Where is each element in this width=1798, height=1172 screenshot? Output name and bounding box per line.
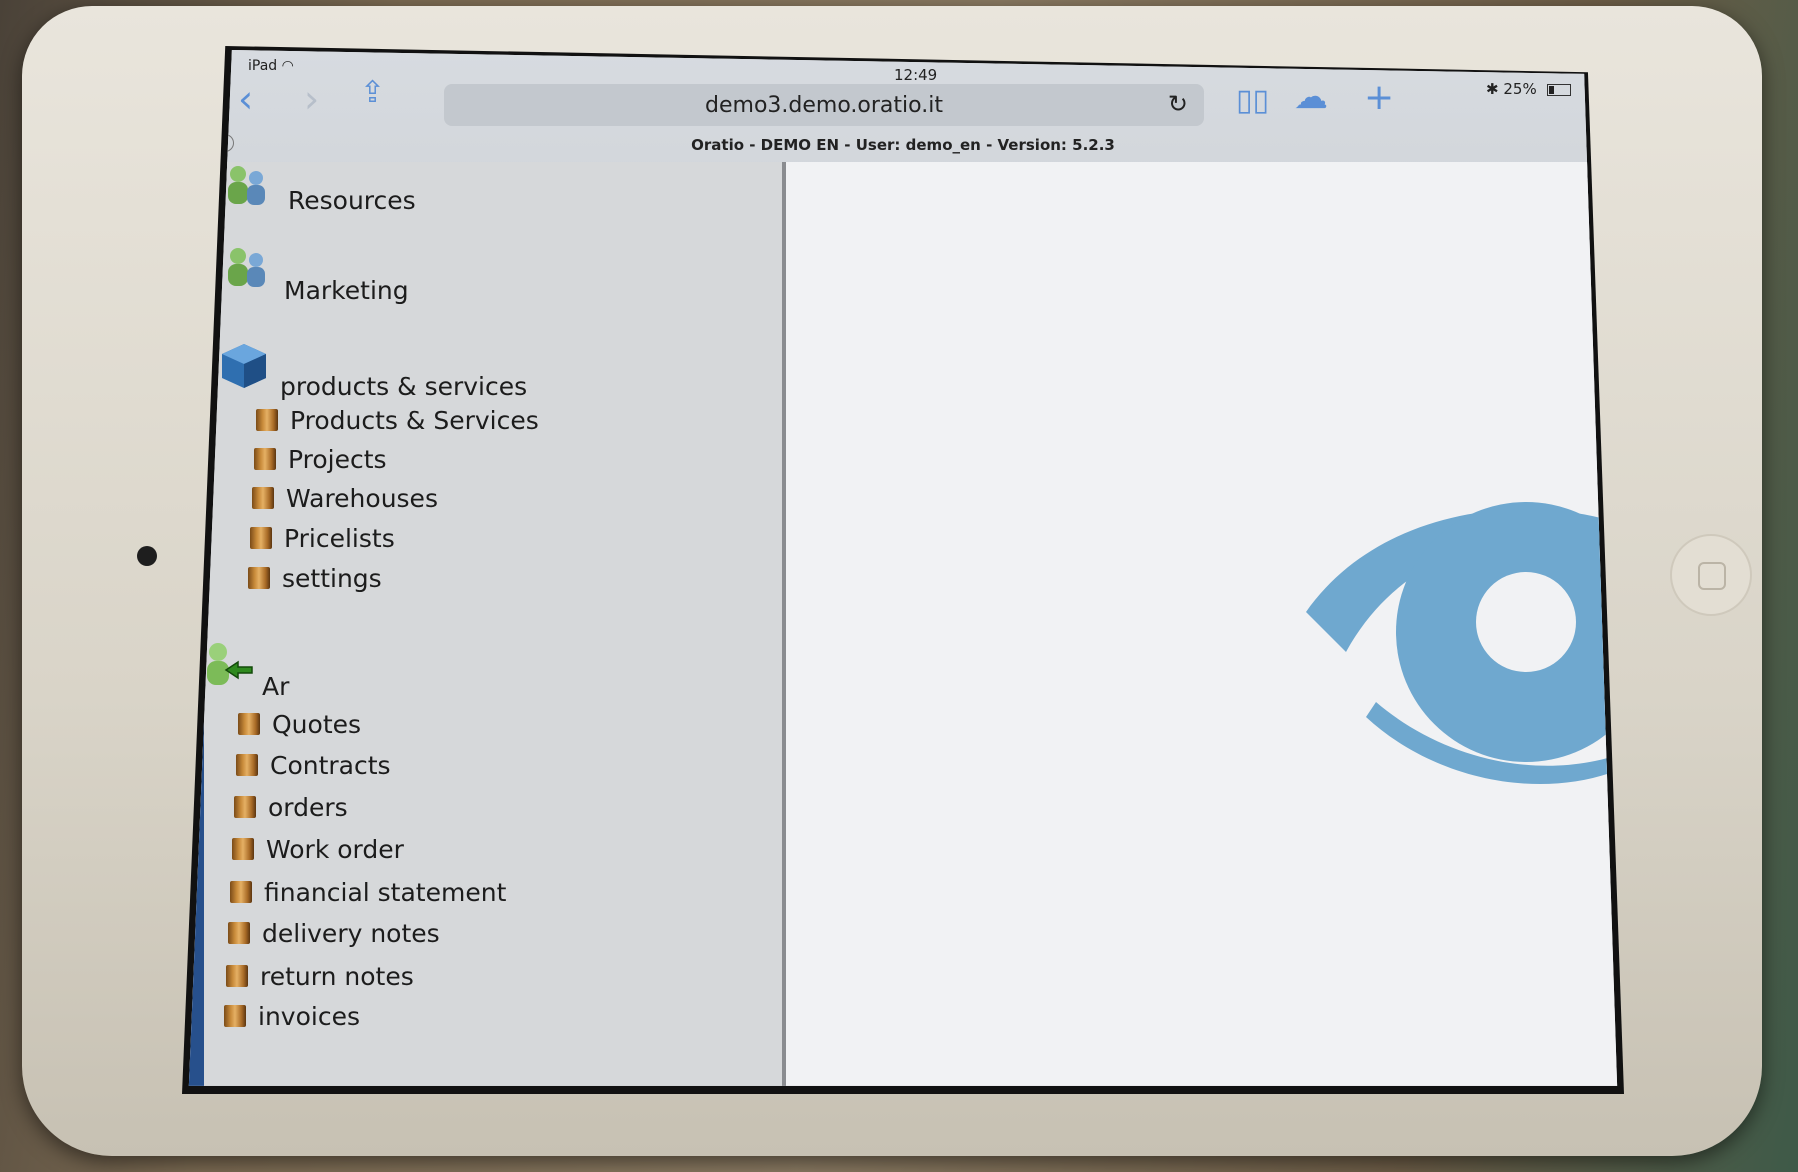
sidebar-item-delivery-notes[interactable]: delivery notes bbox=[228, 919, 440, 948]
sidebar-item-financial-statement[interactable]: financial statement bbox=[230, 878, 506, 907]
sidebar-group-ar[interactable]: Ar bbox=[262, 672, 289, 701]
sidebar-item-contracts[interactable]: Contracts bbox=[236, 751, 391, 780]
sidebar-group-marketing[interactable]: Marketing bbox=[284, 276, 409, 305]
sidebar-group-resources[interactable]: Resources bbox=[288, 186, 416, 215]
cube-icon bbox=[222, 344, 266, 388]
people-icon bbox=[228, 248, 265, 287]
share-icon[interactable]: ⇪ bbox=[360, 78, 385, 108]
main-content bbox=[786, 162, 1618, 1086]
sidebar-item-warehouses[interactable]: Warehouses bbox=[252, 484, 438, 513]
status-battery: ✱ 25% bbox=[1486, 80, 1572, 98]
home-button[interactable] bbox=[1670, 534, 1752, 616]
battery-icon bbox=[1547, 83, 1572, 96]
folder-icon bbox=[234, 796, 256, 818]
status-time: 12:49 bbox=[894, 66, 938, 84]
person-arrow-icon bbox=[207, 643, 253, 685]
wifi-icon: ◠ bbox=[281, 58, 294, 74]
folder-icon bbox=[224, 1005, 246, 1027]
sidebar-item-work-order[interactable]: Work order bbox=[232, 835, 404, 864]
folder-icon bbox=[226, 965, 248, 987]
status-device: iPad ◠ bbox=[248, 58, 294, 74]
new-tab-icon[interactable]: + bbox=[1364, 80, 1394, 116]
bluetooth-icon: ✱ bbox=[1486, 80, 1499, 98]
folder-icon bbox=[256, 409, 278, 431]
folder-icon bbox=[238, 713, 260, 735]
folder-icon bbox=[228, 922, 250, 944]
oratio-eye-logo bbox=[1306, 502, 1618, 785]
sidebar-item-quotes[interactable]: Quotes bbox=[238, 710, 361, 739]
sidebar-item-invoices[interactable]: invoices bbox=[224, 1002, 360, 1031]
icloud-tabs-icon[interactable]: ☁ bbox=[1294, 80, 1328, 114]
folder-icon bbox=[254, 448, 276, 470]
folder-icon bbox=[230, 881, 252, 903]
sidebar: Resources Marketing products & services … bbox=[188, 162, 786, 1086]
folder-icon bbox=[252, 487, 274, 509]
front-camera bbox=[137, 546, 157, 566]
address-bar[interactable]: demo3.demo.oratio.it ↻ bbox=[444, 84, 1204, 126]
back-button[interactable]: ‹ bbox=[238, 80, 253, 118]
sidebar-item-return-notes[interactable]: return notes bbox=[226, 962, 414, 991]
folder-icon bbox=[232, 838, 254, 860]
people-icon bbox=[228, 166, 265, 205]
bookmarks-icon[interactable]: ▯▯ bbox=[1236, 86, 1269, 116]
forward-button[interactable]: › bbox=[304, 80, 319, 118]
folder-icon bbox=[248, 567, 270, 589]
tab-title: Oratio - DEMO EN - User: demo_en - Versi… bbox=[691, 136, 1115, 154]
sidebar-item-projects[interactable]: Projects bbox=[254, 445, 387, 474]
sidebar-item-orders[interactable]: orders bbox=[234, 793, 348, 822]
sidebar-group-products-services[interactable]: products & services bbox=[280, 372, 527, 401]
url-text: demo3.demo.oratio.it bbox=[705, 93, 943, 118]
folder-icon bbox=[250, 527, 272, 549]
sidebar-item-pricelists[interactable]: Pricelists bbox=[250, 524, 395, 553]
reload-icon[interactable]: ↻ bbox=[1168, 90, 1188, 118]
folder-icon bbox=[236, 754, 258, 776]
sidebar-item-products-services[interactable]: Products & Services bbox=[256, 406, 539, 435]
sidebar-item-settings[interactable]: settings bbox=[248, 564, 382, 593]
screen: iPad ◠ 12:49 ✱ 25% ‹ › ⇪ demo3.demo.orat… bbox=[188, 50, 1618, 1086]
